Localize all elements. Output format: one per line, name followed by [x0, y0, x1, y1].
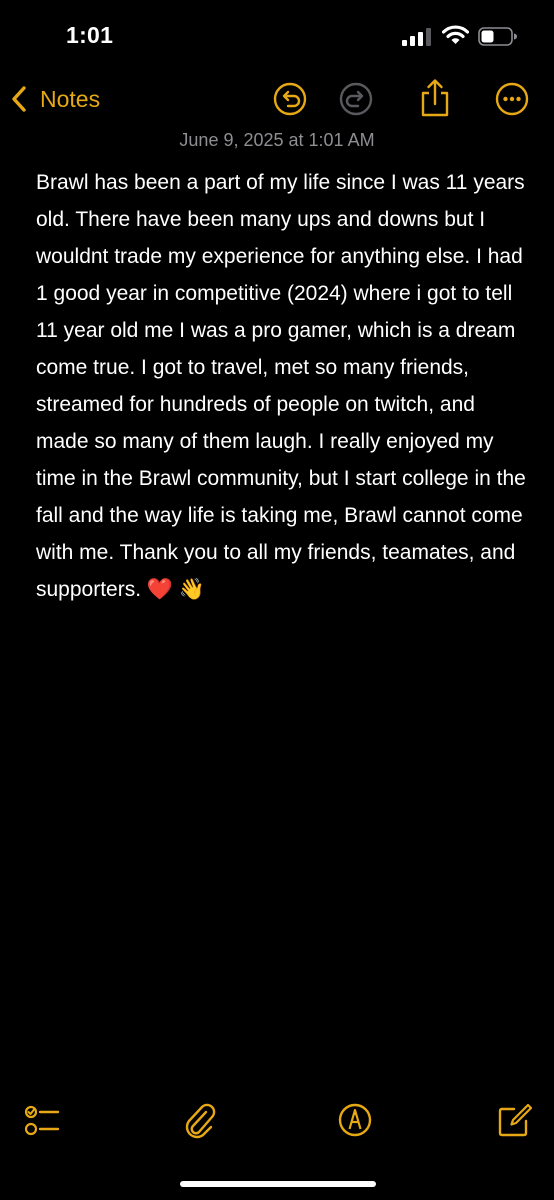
- chevron-left-icon: [12, 86, 26, 112]
- more-icon[interactable]: [495, 82, 529, 116]
- cellular-signal-icon: [402, 28, 431, 46]
- markup-icon[interactable]: [337, 1100, 373, 1140]
- undo-icon[interactable]: [273, 82, 307, 116]
- paperclip-icon[interactable]: [182, 1100, 218, 1140]
- back-button[interactable]: Notes: [10, 80, 100, 118]
- back-button-label: Notes: [40, 85, 101, 112]
- status-bar: 1:01: [0, 0, 554, 60]
- redo-icon[interactable]: [339, 82, 373, 116]
- compose-icon[interactable]: [496, 1100, 532, 1140]
- status-time: 1:01: [66, 22, 114, 48]
- note-date: June 9, 2025 at 1:01 AM: [179, 130, 375, 150]
- share-icon[interactable]: [418, 78, 452, 118]
- note-body[interactable]: Brawl has been a part of my life since I…: [36, 164, 530, 608]
- wifi-icon: [442, 25, 469, 44]
- home-indicator: [180, 1181, 376, 1187]
- battery-icon: [478, 27, 517, 46]
- checklist-icon[interactable]: [24, 1100, 60, 1140]
- navigation-bar: Notes: [0, 72, 554, 126]
